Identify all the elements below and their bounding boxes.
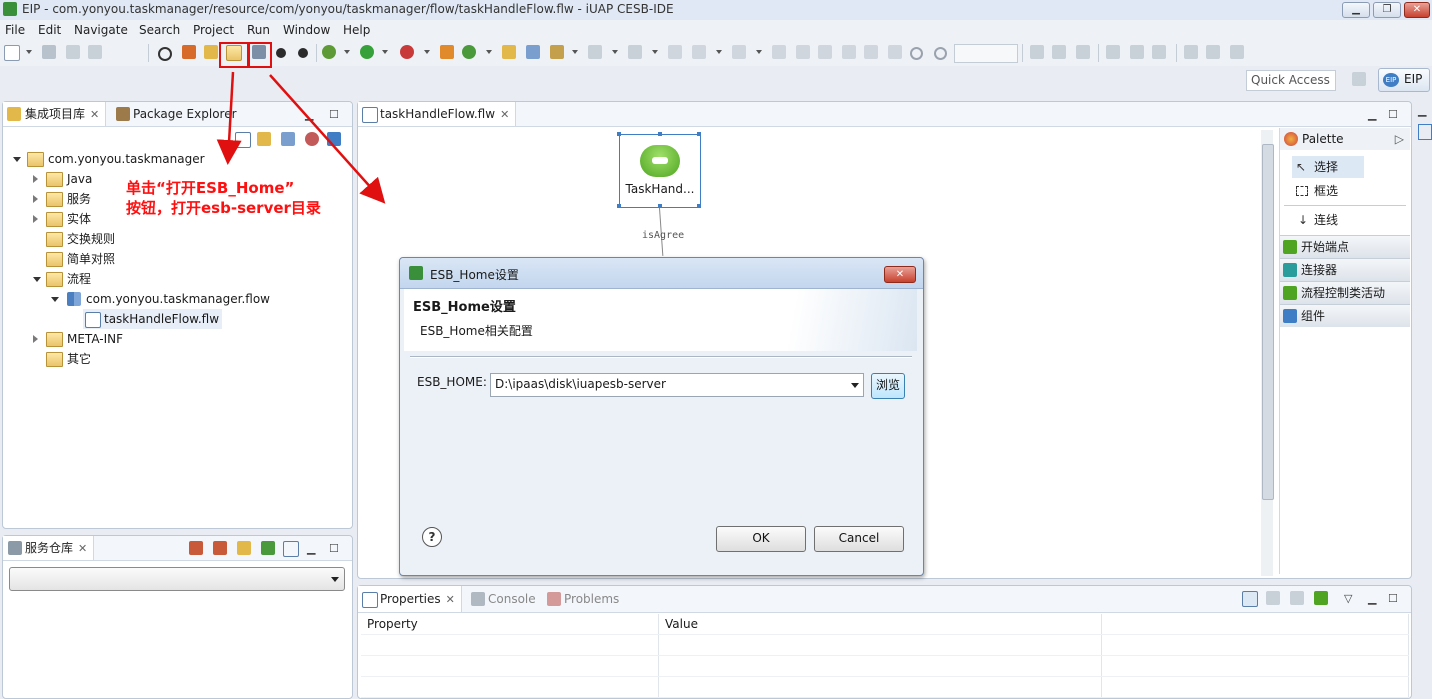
esb-home-label: ESB_HOME: (417, 375, 487, 389)
dialog-title-bar: ESB_Home设置 ✕ (400, 258, 923, 289)
dialog-title: ESB_Home设置 (430, 268, 519, 282)
chevron-down-icon[interactable] (851, 383, 859, 388)
dialog-heading: ESB_Home设置 (413, 300, 516, 315)
browse-button[interactable]: 浏览 (871, 373, 905, 399)
annotation-arrow-2 (269, 74, 386, 204)
help-icon[interactable]: ? (422, 527, 442, 547)
esb-home-value: D:\ipaas\disk\iuapesb-server (495, 377, 666, 391)
dialog-description: ESB_Home相关配置 (420, 324, 533, 338)
annotation-arrow-1 (216, 71, 242, 165)
cancel-button[interactable]: Cancel (814, 526, 904, 552)
esb-home-combo[interactable]: D:\ipaas\disk\iuapesb-server (490, 373, 864, 397)
ok-button[interactable]: OK (716, 526, 806, 552)
dialog-app-icon (409, 266, 423, 280)
dialog-header-area: ESB_Home设置 ESB_Home相关配置 (404, 289, 917, 351)
dialog-close-button[interactable]: ✕ (884, 266, 916, 283)
esb-home-dialog: ESB_Home设置 ✕ ESB_Home设置 ESB_Home相关配置 ESB… (399, 257, 924, 576)
